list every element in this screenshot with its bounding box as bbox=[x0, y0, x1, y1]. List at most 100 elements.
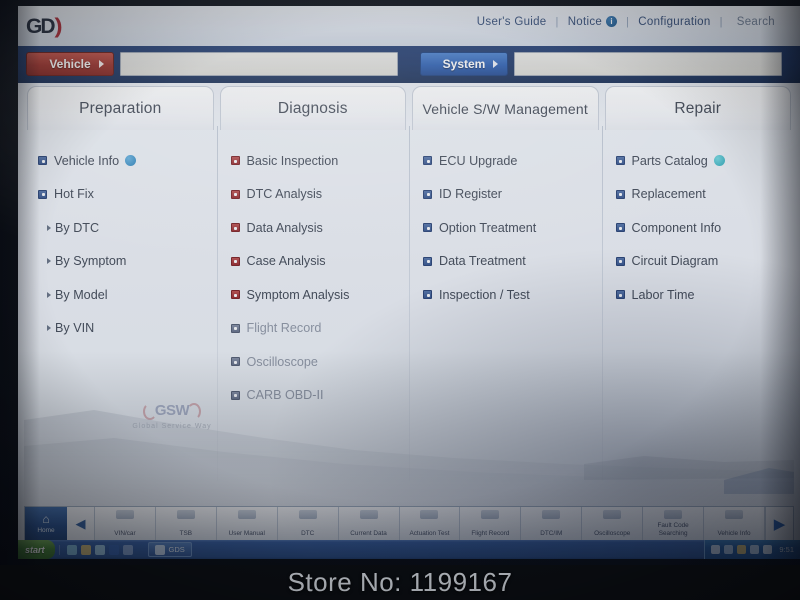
app-header: GD) User's Guide | Notice i | Configurati… bbox=[18, 6, 800, 46]
lcd-screen: GD) User's Guide | Notice i | Configurati… bbox=[18, 6, 800, 559]
scroll-right-button[interactable]: ▶ bbox=[765, 507, 793, 541]
menu-item-label: Parts Catalog bbox=[631, 153, 708, 168]
menu-item[interactable]: Vehicle Info bbox=[38, 144, 217, 178]
menu-item[interactable]: DTC Analysis bbox=[230, 178, 410, 212]
menu-item[interactable]: Oscilloscope bbox=[230, 345, 410, 379]
function-item-icon bbox=[542, 510, 561, 519]
function-item-label: TSB bbox=[179, 529, 193, 537]
menu-subitem[interactable]: By Symptom bbox=[38, 245, 217, 279]
system-value-field[interactable] bbox=[514, 52, 782, 76]
browser-icon[interactable] bbox=[66, 544, 77, 555]
menu-subitem[interactable]: By VIN bbox=[38, 312, 217, 346]
column-items: ECU Upgrade ID Register Option Treatment Da… bbox=[409, 130, 602, 506]
app-icon[interactable] bbox=[108, 544, 119, 555]
menu-item[interactable]: Data Treatment bbox=[423, 245, 602, 279]
bullet-square-icon bbox=[615, 256, 625, 266]
function-item-icon bbox=[359, 510, 378, 519]
folder-icon[interactable] bbox=[80, 544, 91, 555]
screen-photo: GD) User's Guide | Notice i | Configurati… bbox=[0, 0, 800, 600]
menu-item-label: Inspection / Test bbox=[439, 287, 530, 302]
column-header[interactable]: Preparation bbox=[27, 86, 214, 130]
nav-users-guide[interactable]: User's Guide bbox=[468, 16, 556, 28]
tray-network-icon[interactable] bbox=[711, 545, 721, 554]
bullet-square-icon bbox=[230, 156, 240, 166]
function-bar-item[interactable]: DTC/IM bbox=[521, 507, 583, 541]
function-item-label: Actuation Test bbox=[409, 529, 450, 537]
menu-item[interactable]: Case Analysis bbox=[230, 245, 410, 279]
function-bar-item[interactable]: Current Data bbox=[338, 507, 400, 541]
menu-item-label: Data Analysis bbox=[246, 220, 323, 235]
chevron-right-icon bbox=[493, 60, 498, 68]
menu-item-label: ECU Upgrade bbox=[439, 153, 518, 168]
menu-item[interactable]: Flight Record bbox=[230, 312, 410, 346]
scroll-left-button[interactable]: ◀ bbox=[67, 507, 95, 541]
menu-item[interactable]: ID Register bbox=[423, 178, 602, 212]
bullet-square-icon bbox=[230, 357, 240, 367]
menu-item[interactable]: Labor Time bbox=[615, 278, 795, 312]
nav-search[interactable]: Search bbox=[723, 16, 784, 28]
function-bar-item[interactable]: User Manual bbox=[216, 507, 278, 541]
menu-item[interactable]: Hot Fix bbox=[38, 178, 217, 212]
menu-item[interactable]: Inspection / Test bbox=[423, 278, 602, 312]
menu-item[interactable]: CARB OBD-II bbox=[230, 379, 410, 413]
menu-item[interactable]: Circuit Diagram bbox=[615, 245, 795, 279]
function-bar-item[interactable]: Flight Record bbox=[460, 507, 522, 541]
taskbar-window-label: GDS bbox=[168, 545, 185, 554]
menu-column-vehicle-s-w-management: Vehicle S/W Management ECU Upgrade ID Regi… bbox=[409, 86, 602, 506]
start-button[interactable]: start bbox=[18, 540, 55, 559]
function-bar-item[interactable]: Fault Code Searching bbox=[643, 507, 705, 541]
function-bar-item[interactable]: Vehicle Info bbox=[704, 507, 765, 541]
bullet-square-icon bbox=[38, 156, 47, 166]
function-bar-item[interactable]: TSB bbox=[155, 507, 217, 541]
function-bar-item[interactable]: Oscilloscope bbox=[582, 507, 644, 541]
vehicle-selector-group: Vehicle bbox=[26, 52, 398, 76]
gds-window-icon bbox=[154, 544, 165, 555]
menu-item[interactable]: Replacement bbox=[615, 178, 795, 212]
logo-text: GD bbox=[26, 15, 55, 38]
function-item-icon bbox=[298, 510, 317, 519]
bullet-square-icon bbox=[423, 256, 432, 266]
menu-subitem-label: By Model bbox=[55, 287, 108, 302]
nav-configuration[interactable]: Configuration bbox=[629, 16, 719, 28]
function-item-label: VIN/car bbox=[114, 529, 136, 537]
function-bar-item[interactable]: DTC bbox=[277, 507, 339, 541]
system-button-label: System bbox=[442, 57, 486, 71]
caret-right-icon bbox=[47, 325, 51, 332]
menu-item-label: DTC Analysis bbox=[246, 187, 323, 202]
system-selector-group: System bbox=[420, 52, 782, 76]
main-board: Preparation Vehicle Info Hot Fix By DTC By S… bbox=[24, 86, 794, 506]
column-header-label: Vehicle S/W Management bbox=[422, 100, 588, 117]
tray-volume-icon[interactable] bbox=[724, 545, 734, 554]
function-bar-item[interactable]: Actuation Test bbox=[399, 507, 461, 541]
home-button[interactable]: ⌂ Home bbox=[25, 507, 67, 541]
menu-item[interactable]: Option Treatment bbox=[423, 211, 602, 245]
nav-notice[interactable]: Notice i bbox=[559, 16, 626, 28]
menu-item[interactable]: Symptom Analysis bbox=[230, 278, 410, 312]
menu-subitem[interactable]: By DTC bbox=[38, 211, 217, 245]
system-button[interactable]: System bbox=[420, 52, 508, 76]
logo-swoosh-icon: ) bbox=[53, 15, 63, 38]
gds-logo: GD) bbox=[26, 14, 94, 40]
menu-item-label: Vehicle Info bbox=[54, 153, 120, 168]
tray-battery-icon[interactable] bbox=[763, 545, 773, 554]
desktop-icon[interactable] bbox=[122, 544, 133, 555]
menu-item[interactable]: Parts Catalog bbox=[615, 144, 795, 178]
menu-item[interactable]: Component Info bbox=[615, 211, 795, 245]
vehicle-value-field[interactable] bbox=[120, 52, 398, 76]
taskbar-window-gds[interactable]: GDS bbox=[147, 542, 192, 557]
tray-usb-icon[interactable] bbox=[750, 545, 760, 554]
caret-right-icon bbox=[47, 258, 51, 265]
menu-item[interactable]: Data Analysis bbox=[230, 211, 410, 245]
media-icon[interactable] bbox=[94, 544, 105, 555]
menu-item[interactable]: Basic Inspection bbox=[230, 144, 410, 178]
column-header[interactable]: Diagnosis bbox=[219, 86, 406, 130]
vehicle-button[interactable]: Vehicle bbox=[26, 52, 114, 76]
tray-shield-icon[interactable] bbox=[737, 545, 747, 554]
menu-item[interactable]: ECU Upgrade bbox=[423, 144, 602, 178]
menu-subitem[interactable]: By Model bbox=[38, 278, 217, 312]
column-header[interactable]: Vehicle S/W Management bbox=[412, 86, 599, 130]
column-header[interactable]: Repair bbox=[604, 86, 791, 130]
function-item-icon bbox=[176, 510, 195, 519]
function-bar-item[interactable]: VIN/car bbox=[95, 507, 156, 541]
function-items: VIN/car TSB User Manual DTC Current Data Actu… bbox=[95, 507, 765, 541]
